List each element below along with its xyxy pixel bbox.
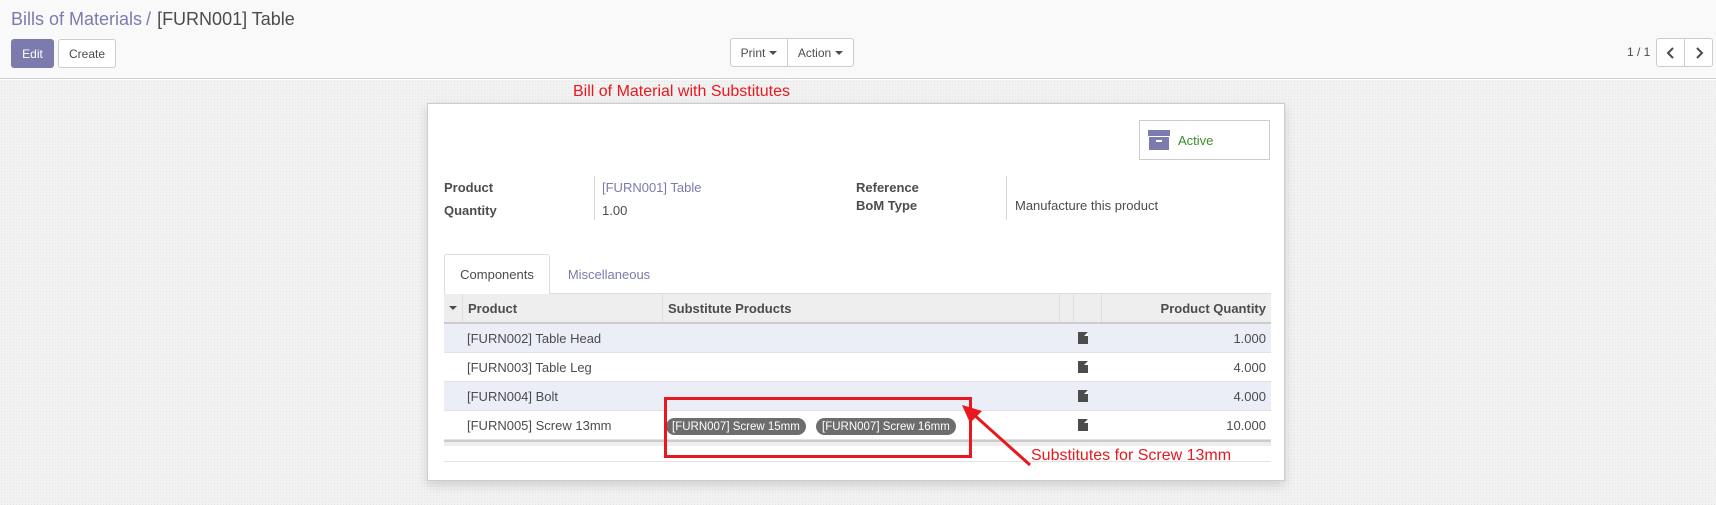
notebook-tabs: Components Miscellaneous [444, 254, 1271, 295]
chevron-right-icon [1695, 46, 1703, 59]
row-product: [FURN002] Table Head [467, 330, 602, 346]
reference-label: Reference [856, 180, 919, 195]
row-product: [FURN003] Table Leg [467, 359, 592, 375]
annotation-highlight-box [664, 397, 972, 458]
bom-type-field[interactable]: Manufacture this product [1015, 198, 1158, 213]
create-button[interactable]: Create [58, 39, 116, 68]
control-panel: Bills of Materials / [FURN001] Table Edit … [0, 0, 1716, 79]
pager-value[interactable]: 1 / 1 [1627, 45, 1650, 59]
column-header-attachment [1074, 294, 1102, 322]
breadcrumb: Bills of Materials / [FURN001] Table [11, 9, 295, 30]
document-icon[interactable] [1078, 332, 1088, 344]
table-row[interactable]: [FURN003] Table Leg 4.000 [444, 353, 1271, 382]
sort-toggle[interactable] [444, 294, 463, 322]
product-field[interactable]: [FURN001] Table [602, 180, 701, 195]
document-icon[interactable] [1078, 419, 1088, 431]
pager-next-button[interactable] [1684, 38, 1713, 67]
column-header-substitutes[interactable]: Substitute Products [663, 294, 1060, 322]
caret-down-icon [835, 51, 844, 55]
caret-down-icon [769, 51, 778, 55]
quantity-label: Quantity [444, 203, 497, 218]
print-dropdown-button[interactable]: Print [730, 38, 788, 67]
row-product: [FURN004] Bolt [467, 388, 559, 404]
quantity-field[interactable]: 1.00 [602, 203, 627, 218]
edit-button[interactable]: Edit [11, 39, 54, 68]
annotation-arrow-icon [962, 405, 1032, 467]
action-dropdown-button[interactable]: Action [787, 38, 854, 67]
active-toggle-button[interactable]: Active [1139, 120, 1270, 160]
table-row[interactable]: [FURN002] Table Head 1.000 [444, 324, 1271, 353]
chevron-left-icon [1666, 46, 1674, 59]
active-status-label: Active [1178, 132, 1214, 148]
caret-down-icon [449, 306, 457, 310]
table-header: Product Substitute Products Product Quan… [444, 294, 1271, 324]
annotation-note: Substitutes for Screw 13mm [1031, 447, 1232, 464]
pager-previous-button[interactable] [1656, 38, 1685, 67]
document-icon[interactable] [1078, 390, 1088, 402]
annotation-title: Bill of Material with Substitutes [573, 83, 790, 100]
print-label: Print [740, 45, 766, 60]
column-header-blank [1060, 294, 1074, 322]
column-header-quantity[interactable]: Product Quantity [1102, 294, 1271, 322]
row-quantity: 10.000 [1226, 417, 1266, 433]
bom-type-label: BoM Type [856, 198, 918, 213]
tab-miscellaneous[interactable]: Miscellaneous [554, 254, 664, 295]
row-product: [FURN005] Screw 13mm [467, 417, 612, 433]
product-label: Product [444, 180, 494, 195]
row-quantity: 4.000 [1233, 359, 1266, 375]
row-quantity: 4.000 [1233, 388, 1266, 404]
archive-icon [1148, 130, 1170, 150]
action-label: Action [797, 45, 832, 60]
row-quantity: 1.000 [1233, 330, 1266, 346]
field-divider [594, 176, 595, 220]
tab-components[interactable]: Components [444, 254, 550, 295]
breadcrumb-separator: / [146, 9, 152, 29]
document-icon[interactable] [1078, 361, 1088, 373]
field-divider [1006, 176, 1007, 220]
breadcrumb-parent-link[interactable]: Bills of Materials [11, 9, 142, 29]
column-header-product[interactable]: Product [463, 294, 663, 322]
breadcrumb-current: [FURN001] Table [157, 9, 295, 29]
